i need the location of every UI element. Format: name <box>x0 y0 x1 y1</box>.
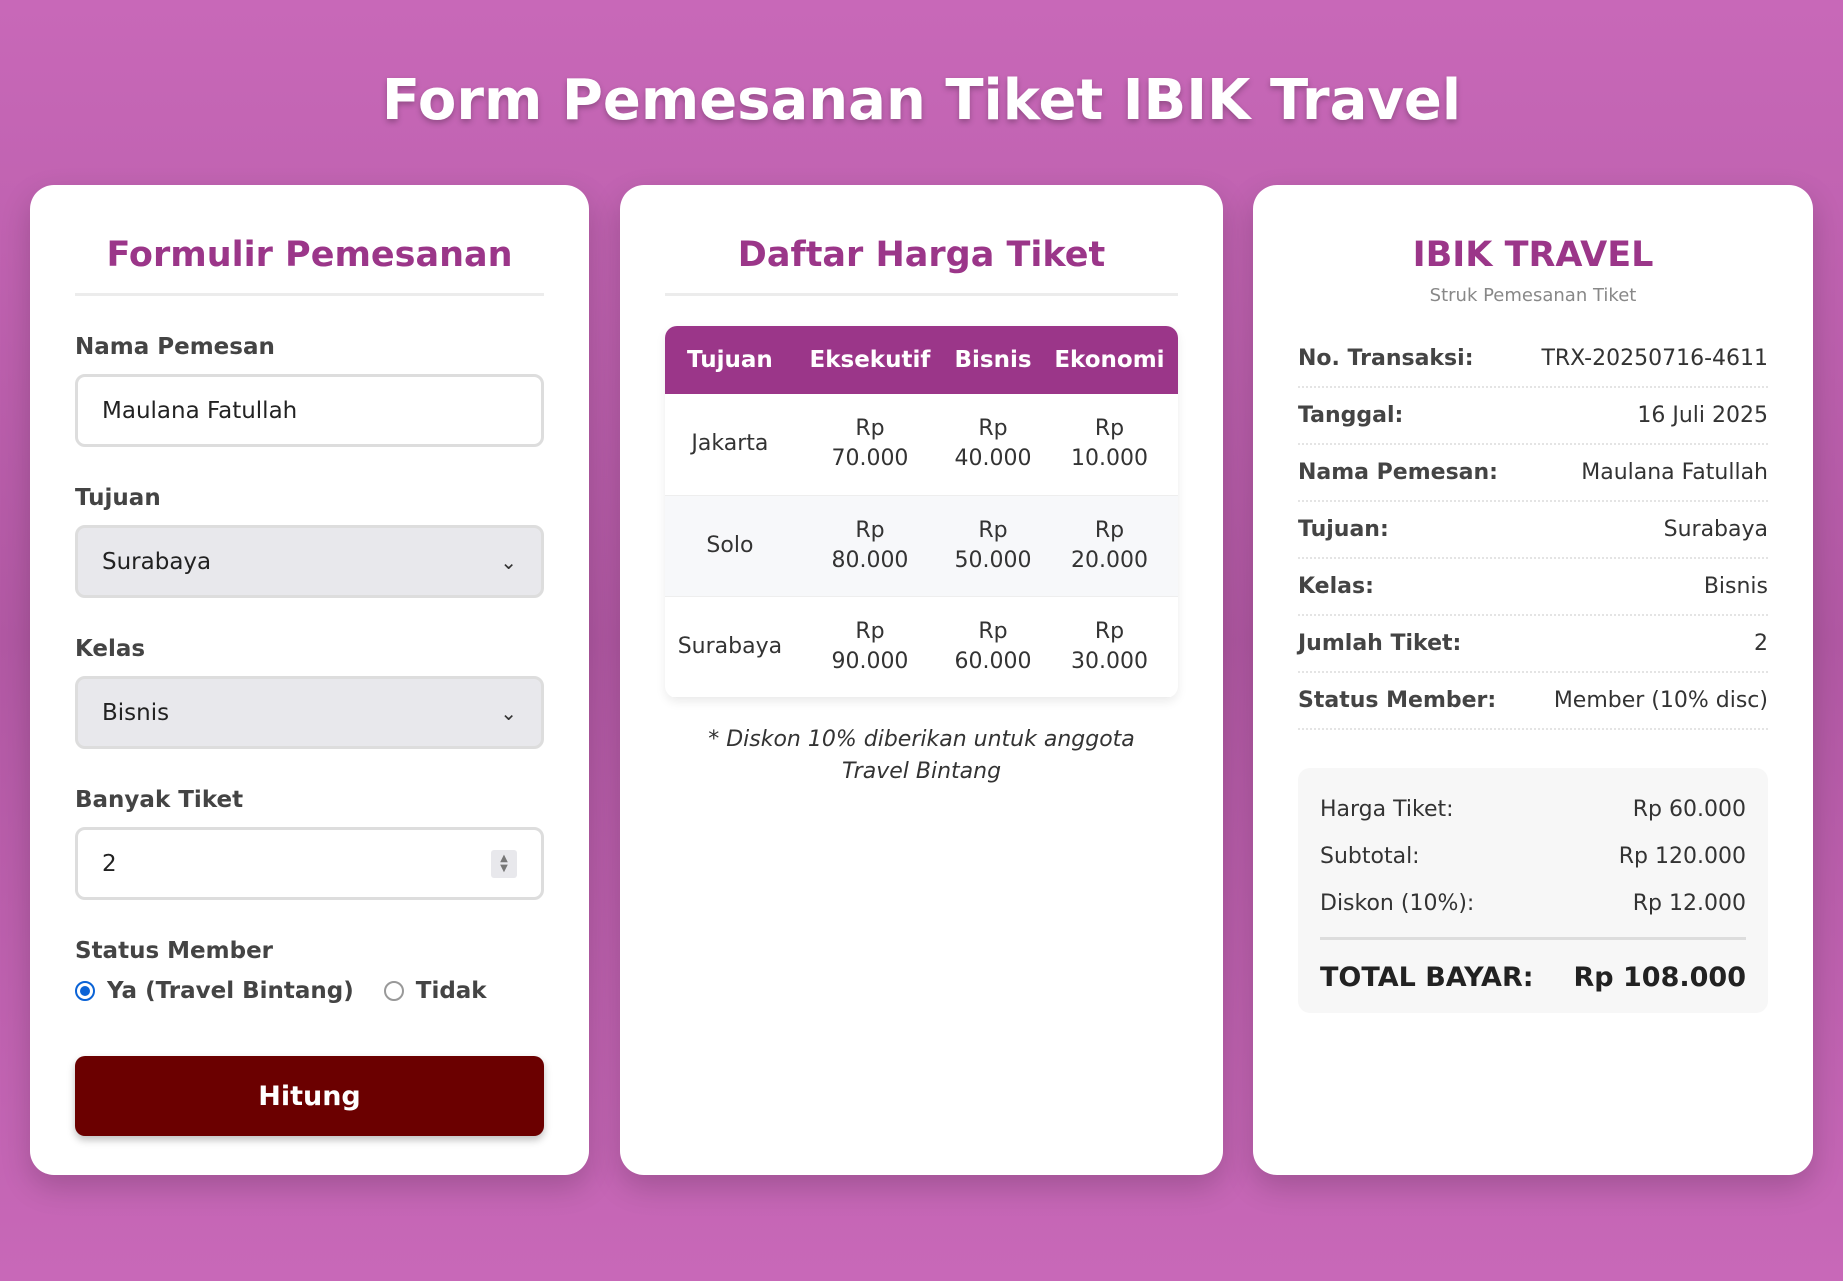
harga-value: Rp 60.000 <box>1632 797 1746 822</box>
receipt-value: 2 <box>1754 631 1768 656</box>
member-option-tidak-label: Tidak <box>415 978 487 1004</box>
nama-label: Nama Pemesan <box>75 334 275 360</box>
diskon-value: Rp 12.000 <box>1632 891 1746 916</box>
cell-bisnis: Rp 50.000 <box>945 495 1041 597</box>
receipt-value: TRX-20250716-4611 <box>1541 346 1768 371</box>
cell-eksekutif: Rp 80.000 <box>794 495 946 597</box>
nama-input[interactable]: Maulana Fatullah <box>75 374 544 447</box>
tiket-input[interactable]: 2 ▲ ▼ <box>75 827 544 900</box>
page-title: Form Pemesanan Tiket IBIK Travel <box>381 68 1462 133</box>
cell-tujuan: Surabaya <box>665 596 795 698</box>
receipt-label: Tanggal: <box>1298 403 1404 428</box>
tujuan-select[interactable]: Surabaya ⌄ <box>75 525 544 598</box>
hitung-button[interactable]: Hitung <box>75 1056 544 1136</box>
total-value: Rp 108.000 <box>1573 962 1747 993</box>
table-row: Surabaya Rp 90.000 Rp 60.000 Rp 30.000 <box>665 596 1178 698</box>
table-row: Solo Rp 80.000 Rp 50.000 Rp 20.000 <box>665 495 1178 597</box>
cell-bisnis: Rp 40.000 <box>945 394 1041 496</box>
tujuan-value: Surabaya <box>102 548 212 575</box>
kelas-value: Bisnis <box>102 699 170 726</box>
header-ekonomi: Ekonomi <box>1040 326 1178 394</box>
cell-ekonomi: Rp 30.000 <box>1040 596 1178 698</box>
summary-subtotal-row: Subtotal: Rp 120.000 <box>1320 833 1746 880</box>
discount-note: * Diskon 10% diberikan untuk anggota Tra… <box>708 726 1135 784</box>
receipt-row: Status Member: Member (10% disc) <box>1298 673 1768 730</box>
receipt-label: Kelas: <box>1298 574 1374 599</box>
receipt-label: Jumlah Tiket: <box>1298 631 1462 656</box>
member-option-ya-label: Ya (Travel Bintang) <box>107 978 354 1004</box>
table-header-row: Tujuan Eksekutif Bisnis Ekonomi <box>665 326 1178 394</box>
receipt-value: Bisnis <box>1703 574 1768 599</box>
receipt-label: Tujuan: <box>1298 517 1389 542</box>
receipt-value: Member (10% disc) <box>1553 688 1768 713</box>
member-option-tidak[interactable]: Tidak <box>383 978 487 1004</box>
chevron-down-icon: ⌄ <box>500 549 517 574</box>
receipt-row: Kelas: Bisnis <box>1298 559 1768 616</box>
header-eksekutif: Eksekutif <box>794 326 946 394</box>
cell-ekonomi: Rp 20.000 <box>1040 495 1178 597</box>
diskon-label: Diskon (10%): <box>1320 891 1475 916</box>
chevron-down-icon: ⌄ <box>500 700 517 725</box>
header-bisnis: Bisnis <box>945 326 1041 394</box>
table-row: Jakarta Rp 70.000 Rp 40.000 Rp 10.000 <box>665 394 1178 496</box>
form-title: Formulir Pemesanan <box>75 185 544 296</box>
radio-checked-icon[interactable] <box>75 981 95 1001</box>
radio-unchecked-icon[interactable] <box>383 981 404 1001</box>
number-stepper-icon[interactable]: ▲ ▼ <box>491 849 517 878</box>
member-label: Status Member <box>75 938 274 964</box>
receipt-row: Nama Pemesan: Maulana Fatullah <box>1298 445 1768 502</box>
receipt-label: Nama Pemesan: <box>1298 460 1498 485</box>
tiket-value: 2 <box>102 850 117 877</box>
cell-bisnis: Rp 60.000 <box>945 596 1041 698</box>
cell-ekonomi: Rp 10.000 <box>1040 394 1178 496</box>
member-option-ya[interactable]: Ya (Travel Bintang) <box>75 978 354 1004</box>
receipt-value: Maulana Fatullah <box>1581 460 1768 485</box>
member-radio-group: Ya (Travel Bintang) Tidak <box>75 978 544 1004</box>
receipt-row: Jumlah Tiket: 2 <box>1298 616 1768 673</box>
receipt-row: No. Transaksi: TRX-20250716-4611 <box>1298 331 1768 388</box>
booking-form-card: Formulir Pemesanan Nama Pemesan Maulana … <box>30 185 589 1175</box>
total-label: TOTAL BAYAR: <box>1320 962 1534 993</box>
receipt-label: Status Member: <box>1298 688 1497 713</box>
receipt-subtitle: Struk Pemesanan Tiket <box>1429 285 1637 306</box>
receipt-row: Tujuan: Surabaya <box>1298 502 1768 559</box>
receipt-label: No. Transaksi: <box>1298 346 1474 371</box>
tujuan-label: Tujuan <box>75 485 161 511</box>
price-table: Tujuan Eksekutif Bisnis Ekonomi Jakarta … <box>665 326 1178 698</box>
prices-title: Daftar Harga Tiket <box>665 185 1178 296</box>
subtotal-label: Subtotal: <box>1320 844 1420 869</box>
cell-eksekutif: Rp 90.000 <box>794 596 946 698</box>
cell-tujuan: Jakarta <box>665 394 795 496</box>
header-tujuan: Tujuan <box>665 326 795 394</box>
receipt-title: IBIK TRAVEL <box>1412 235 1654 275</box>
summary-total-row: TOTAL BAYAR: Rp 108.000 <box>1320 937 1746 993</box>
cell-eksekutif: Rp 70.000 <box>794 394 946 496</box>
payment-summary: Harga Tiket: Rp 60.000 Subtotal: Rp 120.… <box>1298 768 1768 1013</box>
receipt-details: No. Transaksi: TRX-20250716-4611 Tanggal… <box>1298 331 1768 730</box>
tiket-label: Banyak Tiket <box>75 787 244 813</box>
cell-tujuan: Solo <box>665 495 795 597</box>
summary-diskon-row: Diskon (10%): Rp 12.000 <box>1320 880 1746 927</box>
harga-label: Harga Tiket: <box>1320 797 1454 822</box>
subtotal-value: Rp 120.000 <box>1618 844 1746 869</box>
receipt-value: Surabaya <box>1663 517 1768 542</box>
kelas-label: Kelas <box>75 636 146 662</box>
receipt-value: 16 Juli 2025 <box>1637 403 1768 428</box>
nama-value: Maulana Fatullah <box>102 397 298 424</box>
receipt-row: Tanggal: 16 Juli 2025 <box>1298 388 1768 445</box>
kelas-select[interactable]: Bisnis ⌄ <box>75 676 544 749</box>
price-list-card: Daftar Harga Tiket Tujuan Eksekutif Bisn… <box>620 185 1223 1175</box>
receipt-card: IBIK TRAVEL Struk Pemesanan Tiket No. Tr… <box>1253 185 1813 1175</box>
summary-harga-row: Harga Tiket: Rp 60.000 <box>1320 786 1746 833</box>
